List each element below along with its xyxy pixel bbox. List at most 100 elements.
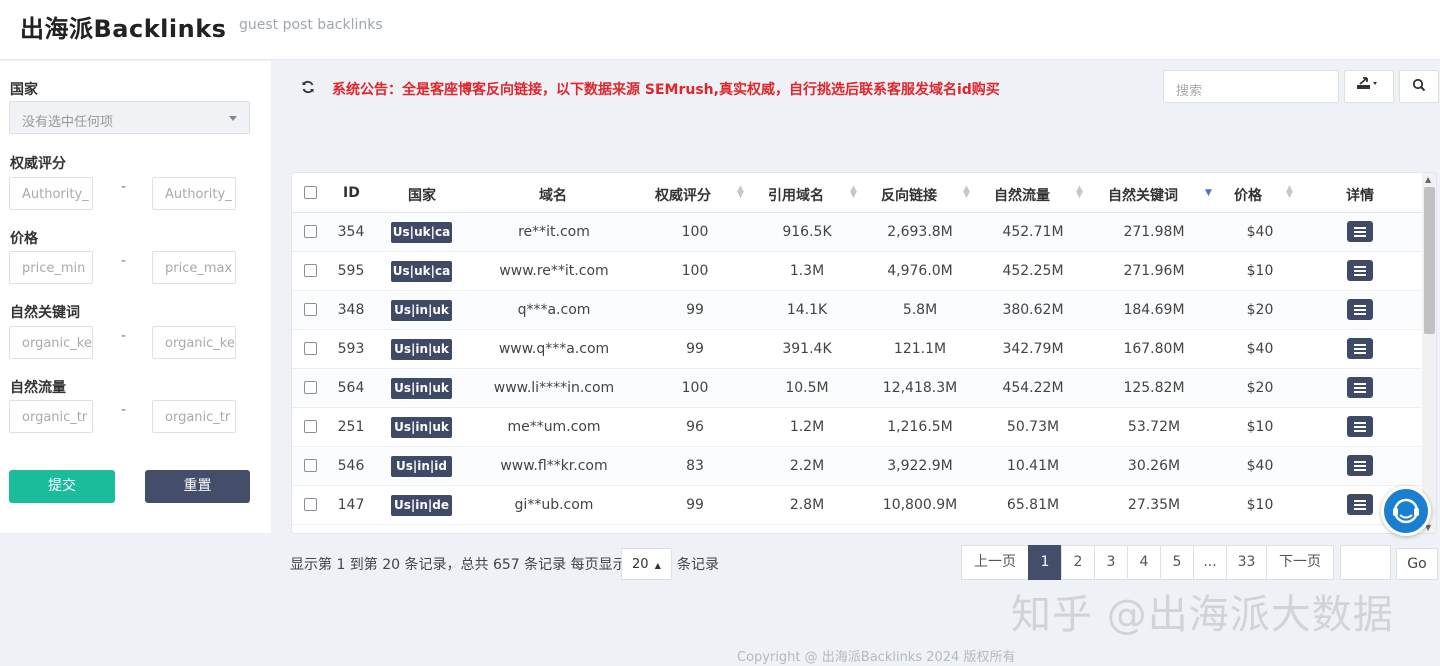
prev-page-button[interactable]: 上一页 xyxy=(961,545,1029,580)
country-badge: Us|in|uk xyxy=(391,339,452,360)
page-button[interactable]: 5 xyxy=(1160,545,1194,580)
table-row: Us|uk|ca 595 www.re**it.com 100 1.3M 4,976.0M… xyxy=(292,252,1422,291)
row-checkbox[interactable] xyxy=(304,420,317,433)
sort-desc-icon[interactable]: ▼ xyxy=(1205,189,1212,198)
watermark: 知乎 @出海派大数据 xyxy=(1011,592,1394,638)
search-input[interactable]: 搜索 xyxy=(1163,70,1339,103)
go-button[interactable]: Go xyxy=(1396,548,1438,580)
header-price[interactable]: 价格 xyxy=(1234,185,1262,205)
site-subtitle: guest post backlinks xyxy=(239,17,383,33)
row-checkbox[interactable] xyxy=(304,342,317,355)
sort-icon[interactable]: ▲ ▼ xyxy=(737,185,744,200)
table-row: Us|in|id 546 www.fl**kr.com 83 2.2M 3,922.9M 1… xyxy=(292,447,1422,486)
header-traffic[interactable]: 自然流量 xyxy=(994,185,1050,205)
next-page-button[interactable]: 下一页 xyxy=(1266,545,1334,580)
keywords-max-input[interactable]: organic_ke xyxy=(152,326,236,359)
page-button[interactable]: 33 xyxy=(1226,545,1267,580)
cell-id: 354 xyxy=(337,224,365,240)
cell-backlinks: 10,800.9M xyxy=(882,497,958,513)
search-button[interactable] xyxy=(1399,70,1439,103)
detail-button[interactable] xyxy=(1347,299,1373,320)
detail-button[interactable] xyxy=(1347,416,1373,437)
cell-price: $10 xyxy=(1246,263,1274,279)
traffic-min-input[interactable]: organic_tr xyxy=(9,400,93,433)
country-select[interactable]: 没有选中任何项 xyxy=(9,101,250,134)
range-dash: - xyxy=(121,402,127,418)
refresh-icon[interactable] xyxy=(301,80,315,98)
sort-icon[interactable]: ▲ ▼ xyxy=(963,185,970,200)
cell-price: $10 xyxy=(1246,419,1274,435)
detail-button[interactable] xyxy=(1347,494,1373,515)
reset-button[interactable]: 重置 xyxy=(145,470,250,503)
top-header: 出海派Backlinks guest post backlinks xyxy=(0,0,1440,60)
authority-label: 权威评分 xyxy=(10,156,66,172)
cell-domain: www.li****in.com xyxy=(493,380,615,396)
page-button[interactable]: 2 xyxy=(1061,545,1095,580)
authority-max-input[interactable]: Authority_ xyxy=(152,177,236,210)
cell-ref-domains: 14.1K xyxy=(786,302,828,318)
cell-domain: re**it.com xyxy=(518,224,590,240)
submit-button[interactable]: 提交 xyxy=(9,470,115,503)
sort-icon[interactable]: ▲ ▼ xyxy=(1286,185,1293,200)
cell-id: 147 xyxy=(337,497,365,513)
header-domain[interactable]: 域名 xyxy=(539,185,567,205)
cell-authority: 99 xyxy=(686,341,704,357)
row-checkbox[interactable] xyxy=(304,264,317,277)
export-button[interactable] xyxy=(1344,70,1394,103)
keywords-min-input[interactable]: organic_ke xyxy=(9,326,93,359)
price-max-input[interactable]: price_max xyxy=(152,251,236,284)
authority-min-input[interactable]: Authority_ xyxy=(9,177,93,210)
search-icon xyxy=(1412,78,1426,92)
cell-backlinks: 121.1M xyxy=(893,341,947,357)
header-keywords[interactable]: 自然关键词 xyxy=(1108,185,1178,205)
header-backlinks[interactable]: 反向链接 xyxy=(881,185,937,205)
range-dash: - xyxy=(121,179,127,195)
header-ref-domains[interactable]: 引用域名 xyxy=(768,185,824,205)
cell-ref-domains: 1.2M xyxy=(789,419,825,435)
scroll-up-icon[interactable]: ▲ xyxy=(1425,175,1431,184)
header-detail: 详情 xyxy=(1346,188,1374,204)
customer-service-icon[interactable] xyxy=(1381,486,1431,536)
cell-backlinks: 12,418.3M xyxy=(882,380,958,396)
cell-price: $40 xyxy=(1246,341,1274,357)
detail-button[interactable] xyxy=(1347,260,1373,281)
detail-button[interactable] xyxy=(1347,221,1373,242)
price-label: 价格 xyxy=(10,231,38,247)
select-all-checkbox[interactable] xyxy=(304,186,317,199)
header-id[interactable]: ID xyxy=(343,185,360,201)
sort-icon[interactable]: ▲ ▼ xyxy=(1076,185,1083,200)
country-select-placeholder: 没有选中任何项 xyxy=(22,115,114,130)
table-scrollbar[interactable]: ▲ ▼ xyxy=(1422,173,1436,533)
table-row: Us|in|uk 348 q***a.com 99 14.1K 5.8M 380.62M 18… xyxy=(292,291,1422,330)
detail-button[interactable] xyxy=(1347,338,1373,359)
header-authority[interactable]: 权威评分 xyxy=(655,185,711,205)
page-button[interactable]: 4 xyxy=(1127,545,1161,580)
header-country[interactable]: 国家 xyxy=(408,185,436,205)
goto-page-input[interactable] xyxy=(1340,545,1391,580)
row-checkbox[interactable] xyxy=(304,381,317,394)
page-size-select[interactable]: 20 ▲ xyxy=(621,548,672,580)
row-checkbox[interactable] xyxy=(304,303,317,316)
cell-backlinks: 1,216.5M xyxy=(887,419,953,435)
sort-icon[interactable]: ▲ ▼ xyxy=(850,185,857,200)
traffic-max-input[interactable]: organic_tr xyxy=(152,400,236,433)
cell-authority: 96 xyxy=(686,419,704,435)
table-row: Us|uk|ca 354 re**it.com 100 916.5K 2,693.8M 45… xyxy=(292,213,1422,252)
country-badge: Us|in|uk xyxy=(391,417,452,438)
detail-button[interactable] xyxy=(1347,455,1373,476)
detail-button[interactable] xyxy=(1347,377,1373,398)
cell-domain: www.q***a.com xyxy=(498,341,610,357)
cell-traffic: 50.73M xyxy=(1006,419,1060,435)
cell-backlinks: 4,976.0M xyxy=(887,263,953,279)
chevron-down-icon xyxy=(229,116,237,121)
row-checkbox[interactable] xyxy=(304,225,317,238)
row-checkbox[interactable] xyxy=(304,498,317,511)
price-min-input[interactable]: price_min xyxy=(9,251,93,284)
scrollbar-thumb[interactable] xyxy=(1424,187,1435,334)
page-button[interactable]: 1 xyxy=(1028,545,1062,580)
cell-authority: 99 xyxy=(686,302,704,318)
page-button[interactable]: 3 xyxy=(1094,545,1128,580)
site-logo[interactable]: 出海派Backlinks xyxy=(20,9,226,44)
row-checkbox[interactable] xyxy=(304,459,317,472)
pagination: 上一页 1 2 3 4 5 ... 33 下一页 xyxy=(961,545,1334,580)
